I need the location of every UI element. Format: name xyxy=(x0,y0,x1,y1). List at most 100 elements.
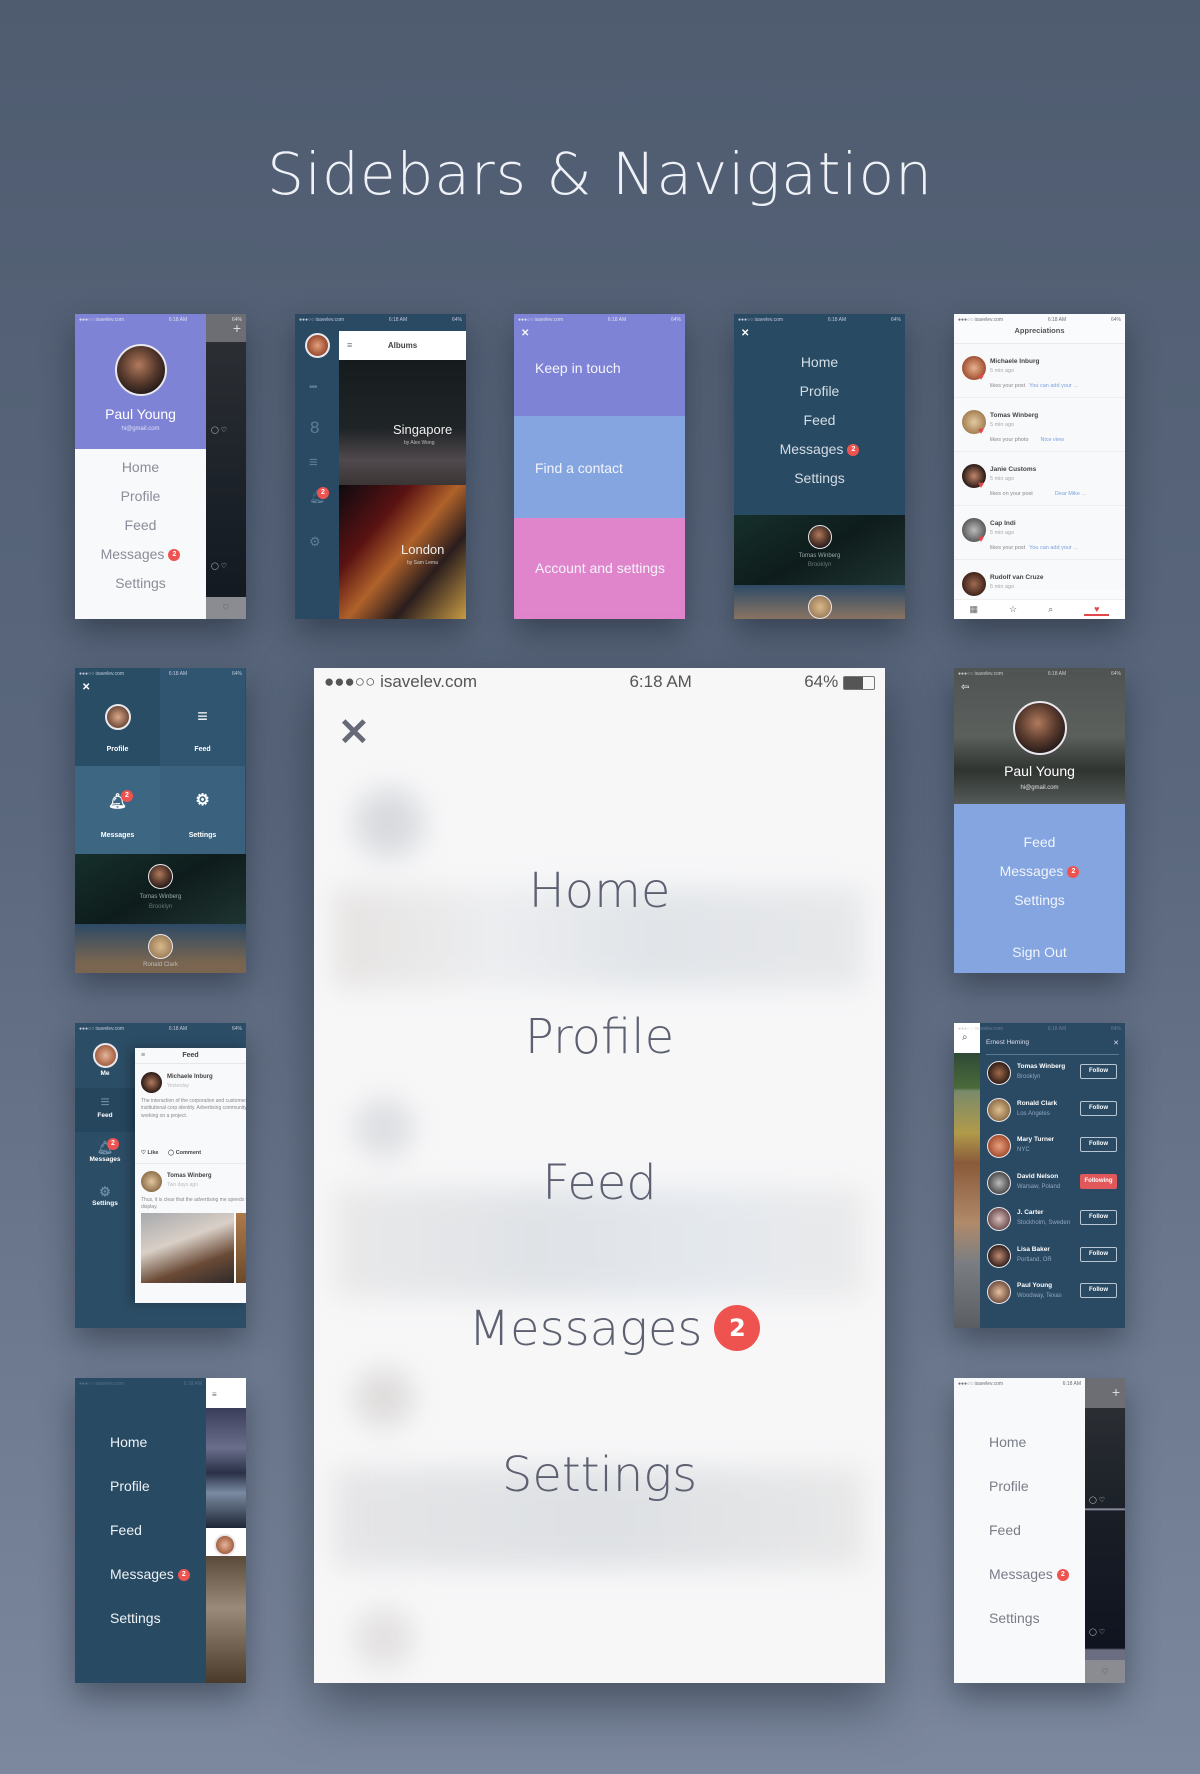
nav-feed[interactable]: Feed xyxy=(314,1110,885,1256)
sign-out-button[interactable]: Sign Out xyxy=(954,944,1125,960)
nav-home[interactable]: Home xyxy=(314,818,885,964)
grid-icon[interactable]: ▦ xyxy=(970,604,979,615)
follow-button[interactable]: Follow xyxy=(1080,1064,1117,1079)
nav-settings[interactable]: Settings xyxy=(75,569,206,598)
nav-feed[interactable]: Feed xyxy=(75,511,206,540)
appreciation-item[interactable]: ♥ Tomas Winberg 5 min ago likes your pho… xyxy=(954,398,1125,452)
tile-feed[interactable]: ≡ Feed xyxy=(160,668,245,766)
avatar[interactable] xyxy=(115,344,167,396)
heart-icon[interactable]: ♥ xyxy=(1084,604,1110,616)
nav-settings[interactable]: Settings xyxy=(954,886,1125,915)
block-keep-in-touch[interactable]: ●●●○○ isavelev.com 6:18 AM 64% ✕ Keep in t… xyxy=(514,314,685,416)
person-card[interactable]: Tomas Winberg Brooklyn xyxy=(734,515,905,585)
post-photo[interactable] xyxy=(141,1213,234,1283)
comment-icon[interactable]: ◯ ♡ xyxy=(211,426,227,434)
follow-list-item[interactable]: David Nelson Warsaw, Poland Following xyxy=(987,1167,1125,1204)
nav-feed[interactable]: Feed xyxy=(734,406,905,435)
nav-messages[interactable]: Messages 2 xyxy=(75,540,206,569)
item-link[interactable]: Nice view xyxy=(1041,437,1065,443)
nav-profile[interactable]: Profile xyxy=(734,377,905,406)
close-icon[interactable]: ✕ xyxy=(521,328,529,339)
nav-settings[interactable]: Settings xyxy=(734,464,905,493)
menu-icon[interactable]: ≡ xyxy=(212,1390,217,1399)
nav-profile[interactable]: Profile xyxy=(75,482,206,511)
follow-button[interactable]: Follow xyxy=(1080,1246,1117,1262)
nav-messages[interactable]: Messages 2 xyxy=(954,857,1125,886)
user-icon[interactable]: 8 xyxy=(310,418,319,438)
star-icon[interactable]: ☆ xyxy=(1009,604,1017,615)
appreciation-item[interactable]: Rudolf van Cruze 5 min ago xyxy=(954,560,1125,596)
sidebar-item-me[interactable]: Me xyxy=(75,1037,135,1087)
clear-icon[interactable]: ✕ xyxy=(1113,1039,1119,1047)
nav-settings[interactable]: Settings xyxy=(954,1596,1085,1640)
nav-messages[interactable]: Messages 2 xyxy=(734,435,905,464)
follow-list-item[interactable]: Lisa Baker Portland, OR Follow xyxy=(987,1240,1125,1277)
item-link[interactable]: You can add your ... xyxy=(1029,545,1078,551)
follow-list-item[interactable]: Ronald Clark Los Angeles Follow xyxy=(987,1094,1125,1131)
nav-settings[interactable]: Settings xyxy=(75,1596,206,1640)
nav-feed[interactable]: Feed xyxy=(75,1508,206,1552)
follow-list-item[interactable]: Mary Turner NYC Follow xyxy=(987,1130,1125,1167)
nav-messages[interactable]: Messages 2 xyxy=(954,1552,1085,1596)
settings-icon[interactable]: ⚙ xyxy=(309,534,321,550)
block-find-contact[interactable]: Find a contact xyxy=(514,416,685,518)
appreciation-item[interactable]: ♥ Michaele Inburg 5 min ago likes your p… xyxy=(954,344,1125,398)
person-card[interactable]: Ronald Clark xyxy=(75,924,246,973)
follow-button[interactable]: Follow xyxy=(1080,1100,1117,1116)
nav-home[interactable]: Home xyxy=(734,348,905,377)
sidebar-item-settings[interactable]: ⚙ Settings xyxy=(75,1176,135,1220)
block-account-settings[interactable]: Account and settings xyxy=(514,518,685,619)
heart-icon[interactable]: ♡ xyxy=(1085,1661,1125,1683)
nav-feed[interactable]: Feed xyxy=(954,828,1125,857)
follow-button[interactable]: Follow xyxy=(1080,1283,1117,1298)
nav-profile[interactable]: Profile xyxy=(314,964,885,1110)
album-card[interactable]: Singapore by Alex Wong xyxy=(339,360,466,485)
nav-settings[interactable]: Settings xyxy=(314,1402,885,1548)
item-link[interactable]: Dear Mike ... xyxy=(1055,491,1086,497)
nav-messages[interactable]: Messages 2 xyxy=(75,1552,206,1596)
more-icon[interactable]: ••• xyxy=(309,382,317,393)
nav-home[interactable]: Home xyxy=(75,1420,206,1464)
post-photo[interactable] xyxy=(236,1213,246,1283)
tile-settings[interactable]: ⚙ Settings xyxy=(160,766,245,854)
nav-profile[interactable]: Profile xyxy=(75,1464,206,1508)
comment-button[interactable]: ◯ Comment xyxy=(168,1150,201,1156)
post[interactable]: Tomas Winberg Two days ago Thus, it is c… xyxy=(135,1165,246,1303)
comment-icon[interactable]: ◯ ♡ xyxy=(1089,1496,1105,1504)
avatar[interactable] xyxy=(1013,701,1067,755)
heart-icon[interactable]: ♡ xyxy=(206,597,246,619)
person-card[interactable]: Tomas Winberg Brooklyn xyxy=(75,854,246,924)
close-icon[interactable]: ✕ xyxy=(741,328,749,339)
heart-icon[interactable]: ◯ ♡ xyxy=(1089,1628,1105,1636)
following-button[interactable]: Following xyxy=(1080,1173,1117,1189)
menu-icon[interactable]: ≡ xyxy=(309,454,318,471)
menu-icon[interactable]: ≡ xyxy=(141,1048,145,1064)
follow-list-item[interactable]: Tomas Winberg Brooklyn Follow xyxy=(987,1057,1125,1094)
sidebar-item-messages[interactable]: 🔔︎ Messages 2 xyxy=(75,1132,135,1176)
nav-home[interactable]: Home xyxy=(954,1420,1085,1464)
like-button[interactable]: ♡ Like xyxy=(141,1150,158,1156)
follow-button[interactable]: Follow xyxy=(1080,1210,1117,1225)
back-icon[interactable]: ⇦ xyxy=(961,682,969,693)
add-icon[interactable]: + xyxy=(1112,1384,1120,1400)
menu-icon[interactable]: ≡ xyxy=(347,331,352,360)
appreciation-item[interactable]: ♥ Cap Indi 5 min ago likes your post You … xyxy=(954,506,1125,560)
follow-button[interactable]: Follow xyxy=(1080,1137,1117,1152)
item-link[interactable]: You can add your ... xyxy=(1029,383,1078,389)
album-card[interactable]: London by Sam Lema xyxy=(339,485,466,619)
nav-profile[interactable]: Profile xyxy=(954,1464,1085,1508)
sidebar-item-feed[interactable]: ≡ Feed xyxy=(75,1088,135,1132)
nav-feed[interactable]: Feed xyxy=(954,1508,1085,1552)
search-icon[interactable]: ⌕ xyxy=(1048,604,1053,615)
person-card[interactable] xyxy=(734,585,905,619)
post[interactable]: Michaele Inburg Yesterday The interactio… xyxy=(135,1066,246,1164)
nav-home[interactable]: Home xyxy=(75,453,206,482)
close-icon[interactable]: ✕ xyxy=(338,710,370,755)
search-input[interactable]: Ernest Heming ✕ xyxy=(986,1039,1119,1055)
appreciation-item[interactable]: ♥ Janie Customs 5 min ago likes on your … xyxy=(954,452,1125,506)
avatar[interactable] xyxy=(305,333,330,358)
follow-list-item[interactable]: J. Carter Stockholm, Sweden Follow xyxy=(987,1203,1125,1240)
nav-messages[interactable]: Messages 2 xyxy=(314,1256,885,1402)
heart-icon[interactable]: ◯ ♡ xyxy=(211,562,227,570)
close-icon[interactable]: ✕ xyxy=(82,682,90,693)
